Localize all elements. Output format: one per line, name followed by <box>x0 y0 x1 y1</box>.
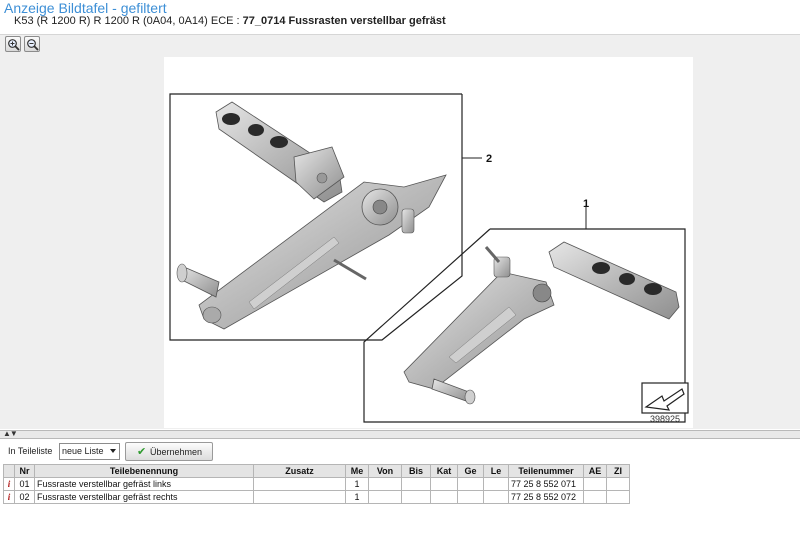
model-info: K53 (R 1200 R) R 1200 R (0A04, 0A14) ECE… <box>14 15 243 27</box>
cell-nr: 01 <box>14 477 35 491</box>
cell-von <box>368 477 402 491</box>
parts-list-label: In Teileliste <box>8 446 53 456</box>
cell-ae <box>583 490 607 504</box>
parts-diagram: 2 1 <box>164 57 693 428</box>
cell-zi <box>606 490 630 504</box>
dropdown-arrow-icon <box>110 449 116 453</box>
callout-2: 2 <box>486 153 492 165</box>
right-footpeg-drawing <box>548 241 680 320</box>
cell-kat <box>430 477 458 491</box>
zoom-in-icon <box>8 39 20 51</box>
table-row[interactable]: i 02 Fussraste verstellbar gefräst recht… <box>3 490 630 504</box>
info-icon[interactable]: i <box>3 477 15 491</box>
parts-list-select-value: neue Liste <box>62 446 104 456</box>
cell-le <box>483 490 509 504</box>
apply-button-label: Übernehmen <box>150 447 203 457</box>
group-1-frame <box>363 228 686 423</box>
zoom-out-button[interactable] <box>24 36 40 52</box>
parts-table: Nr Teilebenennung Zusatz Me Von Bis Kat … <box>3 464 630 504</box>
col-header-le[interactable]: Le <box>483 464 509 478</box>
col-header-zi[interactable]: ZI <box>606 464 630 478</box>
cell-teilenummer: 77 25 8 552 072 <box>508 490 584 504</box>
col-header-teilenummer[interactable]: Teilenummer <box>508 464 584 478</box>
col-header-ae[interactable]: AE <box>583 464 607 478</box>
cell-ae <box>583 477 607 491</box>
col-header-nr[interactable]: Nr <box>14 464 35 478</box>
left-bracket-drawing <box>176 174 447 330</box>
cell-name: Fussraste verstellbar gefräst rechts <box>34 490 254 504</box>
table-header-row: Nr Teilebenennung Zusatz Me Von Bis Kat … <box>3 464 630 478</box>
info-icon[interactable]: i <box>3 490 15 504</box>
model-breadcrumb: K53 (R 1200 R) R 1200 R (0A04, 0A14) ECE… <box>14 15 446 27</box>
col-header-bis[interactable]: Bis <box>401 464 431 478</box>
table-row[interactable]: i 01 Fussraste verstellbar gefräst links… <box>3 477 630 491</box>
cell-me: 1 <box>345 490 369 504</box>
callout-1: 1 <box>583 198 589 210</box>
col-header-info[interactable] <box>3 464 15 478</box>
cell-nr: 02 <box>14 490 35 504</box>
cell-zusatz <box>253 477 346 491</box>
cell-name: Fussraste verstellbar gefräst links <box>34 477 254 491</box>
zoom-in-button[interactable] <box>5 36 21 52</box>
col-header-ge[interactable]: Ge <box>457 464 484 478</box>
footrest-illustration: 2 1 <box>169 93 689 423</box>
left-footpeg-drawing <box>215 101 345 203</box>
col-header-me[interactable]: Me <box>345 464 369 478</box>
page: { "header": { "title": "Anzeige Bildtafe… <box>0 0 800 543</box>
apply-button[interactable]: ✔ Übernehmen <box>125 442 213 461</box>
zoom-out-icon <box>27 39 39 51</box>
diagram-title: 77_0714 Fussrasten verstellbar gefräst <box>242 15 446 27</box>
col-header-von[interactable]: Von <box>368 464 402 478</box>
col-header-name[interactable]: Teilebenennung <box>34 464 254 478</box>
cell-le <box>483 477 509 491</box>
cell-bis <box>401 490 431 504</box>
pane-splitter[interactable]: ▲▼ <box>0 429 800 439</box>
col-header-zusatz[interactable]: Zusatz <box>253 464 346 478</box>
check-icon: ✔ <box>137 446 147 458</box>
cell-zi <box>606 477 630 491</box>
cell-zusatz <box>253 490 346 504</box>
right-bracket-drawing <box>403 246 555 405</box>
cell-teilenummer: 77 25 8 552 071 <box>508 477 584 491</box>
splitter-arrows-icon[interactable]: ▲▼ <box>3 429 18 438</box>
cell-von <box>368 490 402 504</box>
cell-bis <box>401 477 431 491</box>
cell-ge <box>457 490 484 504</box>
page-title: Anzeige Bildtafel - gefiltert <box>4 0 167 16</box>
cell-me: 1 <box>345 477 369 491</box>
cell-kat <box>430 490 458 504</box>
col-header-kat[interactable]: Kat <box>430 464 458 478</box>
parts-list-select[interactable]: neue Liste <box>59 443 120 460</box>
figure-number: 398925 <box>650 414 681 424</box>
cell-ge <box>457 477 484 491</box>
